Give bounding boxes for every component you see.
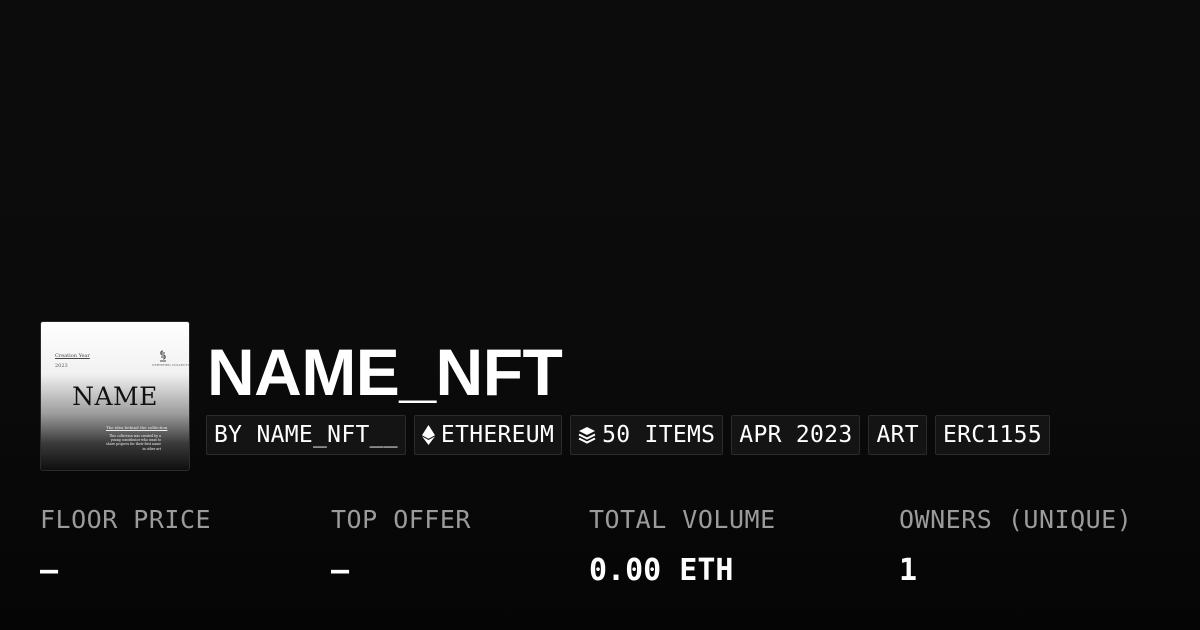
- thumbnail-idea: The idea behind the collection: [106, 425, 168, 430]
- stat-floor-price: FLOOR PRICE —: [40, 505, 212, 588]
- layers-icon: [578, 426, 596, 444]
- category-tag[interactable]: ART: [868, 415, 927, 455]
- thumbnail-name: NAME: [72, 382, 158, 411]
- collection-tags: BY NAME_NFT__ ETHEREUM 50 ITEMS APR 2023…: [206, 415, 1050, 455]
- stat-value: 0.00 ETH: [589, 553, 734, 588]
- items-tag-label: 50 ITEMS: [602, 422, 716, 448]
- items-tag[interactable]: 50 ITEMS: [570, 415, 724, 455]
- thumbnail-creation-label: Creation Year: [55, 353, 90, 359]
- thumbnail-year: 2023: [55, 363, 68, 369]
- collection-image[interactable]: Creation Year 2023 CERTIFIED COLLECTION …: [40, 321, 190, 471]
- stat-label: FLOOR PRICE: [40, 505, 212, 534]
- stat-value: —: [40, 553, 59, 588]
- ethereum-icon: [421, 425, 435, 445]
- thumbnail-logo: CERTIFIED COLLECTION: [152, 350, 190, 367]
- category-tag-label: ART: [876, 422, 919, 448]
- stat-top-offer: TOP OFFER —: [331, 505, 471, 588]
- date-tag: APR 2023: [731, 415, 861, 455]
- chain-tag[interactable]: ETHEREUM: [413, 415, 563, 455]
- thumbnail-logo-text: CERTIFIED COLLECTION: [152, 363, 190, 367]
- creator-tag-label: BY NAME_NFT__: [214, 422, 398, 448]
- background: [0, 0, 1200, 630]
- collection-title: NAME_NFT: [207, 335, 563, 409]
- chain-tag-label: ETHEREUM: [440, 422, 555, 448]
- stat-value: 1: [899, 553, 918, 588]
- stat-label: OWNERS (UNIQUE): [899, 505, 1133, 534]
- standard-tag-label: ERC1155: [942, 422, 1042, 448]
- thumbnail-description: This collection was created by a young c…: [106, 434, 161, 451]
- stat-owners: OWNERS (UNIQUE) 1: [899, 505, 1133, 588]
- stat-value: —: [331, 553, 350, 588]
- seal-icon: [160, 350, 166, 362]
- stat-total-volume: TOTAL VOLUME 0.00 ETH: [589, 505, 776, 588]
- standard-tag: ERC1155: [934, 415, 1050, 455]
- stat-label: TOTAL VOLUME: [589, 505, 776, 534]
- date-tag-label: APR 2023: [739, 422, 853, 448]
- stat-label: TOP OFFER: [331, 505, 471, 534]
- creator-tag[interactable]: BY NAME_NFT__: [206, 415, 406, 455]
